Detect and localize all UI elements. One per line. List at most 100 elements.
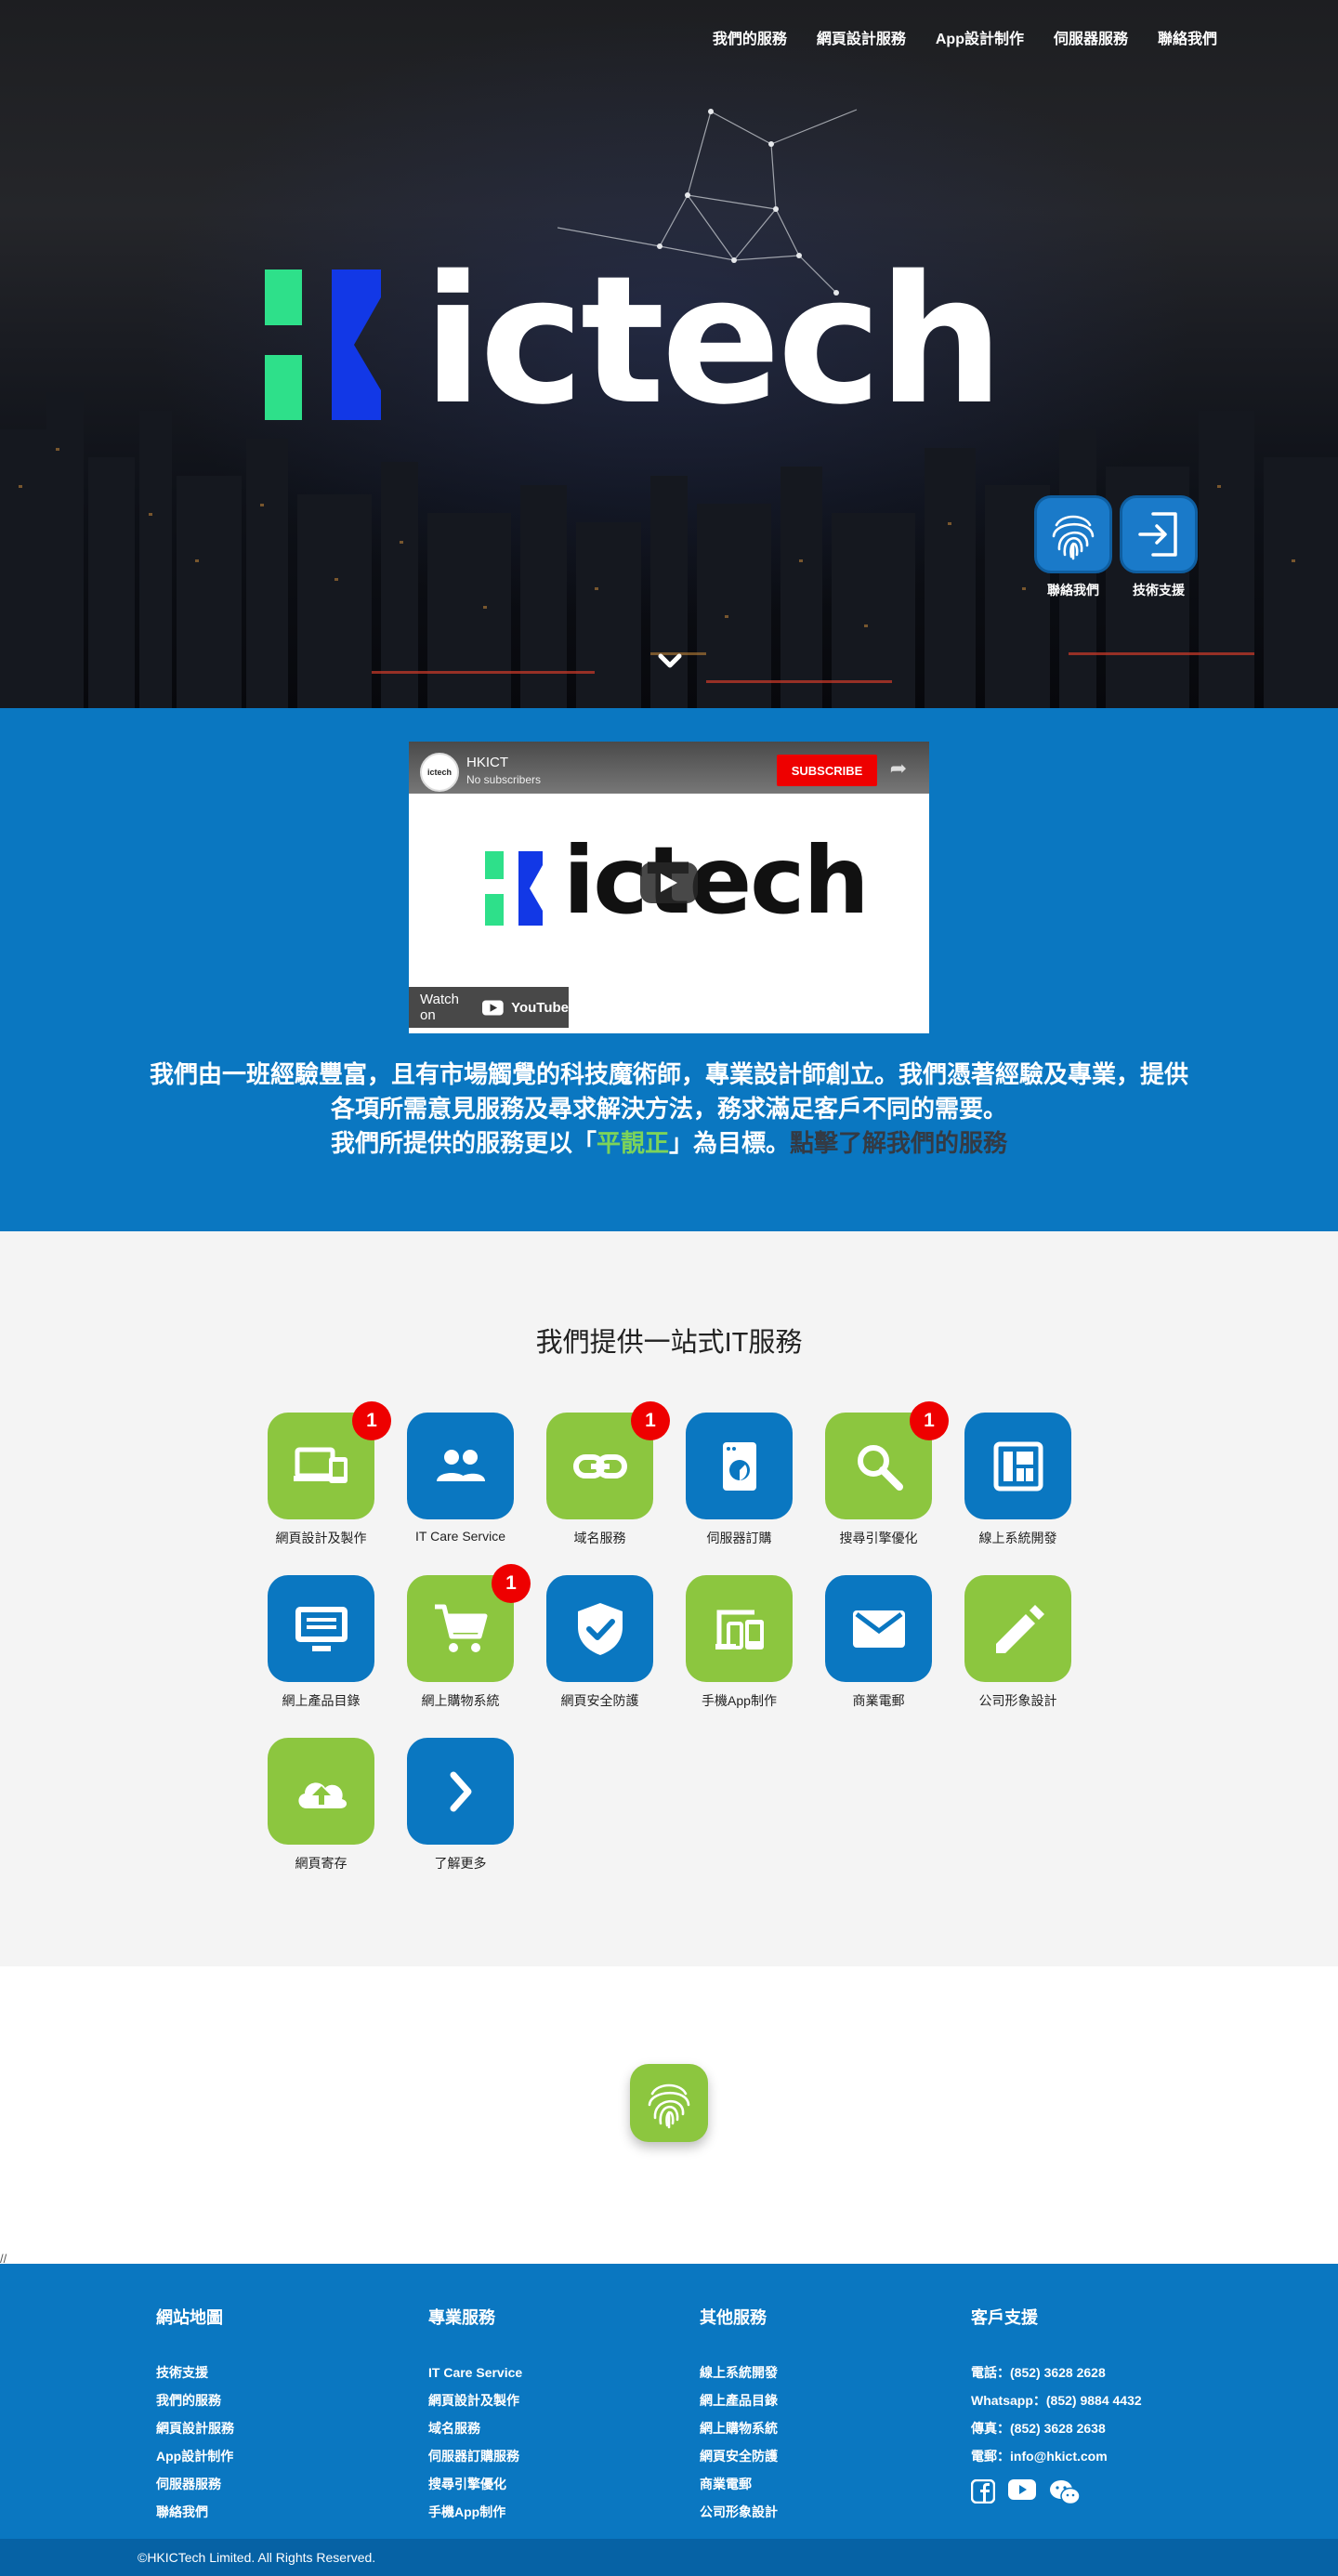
service-tile[interactable] (964, 1575, 1071, 1682)
nav-services[interactable]: 我們的服務 (713, 26, 787, 48)
footer-other-title: 其他服務 (700, 2308, 767, 2327)
tech-support-label: 技術支援 (1133, 583, 1185, 598)
intro-section: ictech HKICT No subscribers SUBSCRIBE ➦ … (0, 708, 1338, 1231)
service-name: 手機App制作 (702, 1693, 777, 1708)
fingerprint-contact-button[interactable] (630, 2064, 708, 2142)
social-links (970, 2478, 1213, 2510)
nav-web-design[interactable]: 網頁設計服務 (817, 26, 906, 48)
watch-on-youtube-button[interactable]: Watch on YouTube (409, 987, 569, 1028)
footer-link[interactable]: 手機App制作 (428, 2498, 670, 2526)
service-name: 網上產品目錄 (282, 1693, 361, 1708)
footer-link[interactable]: 網上購物系統 (700, 2414, 941, 2442)
hero-section: 我們的服務 網頁設計服務 App設計制作 伺服器服務 聯絡我們 ictech 聯… (0, 0, 1338, 708)
tech-support-tile (1120, 495, 1198, 573)
service-tile[interactable] (268, 1738, 374, 1845)
service-name: 搜尋引擎優化 (839, 1531, 918, 1545)
footer-link[interactable]: 我們的服務 (156, 2386, 398, 2414)
mail-icon (852, 1610, 905, 1648)
footer-phone: 電話：(852) 3628 2628 (971, 2365, 1106, 2380)
service-item[interactable]: 1 搜尋引擎優化 (825, 1401, 949, 1547)
service-tile[interactable] (964, 1413, 1071, 1519)
tech-support-button[interactable]: 技術支援 (1120, 495, 1198, 599)
contact-us-button[interactable]: 聯絡我們 (1034, 495, 1112, 599)
youtube-icon[interactable] (1008, 2479, 1036, 2510)
cloud-upload-icon (297, 1781, 347, 1808)
channel-avatar[interactable]: ictech (420, 753, 459, 792)
service-tile[interactable] (546, 1575, 653, 1682)
service-item[interactable]: 網上產品目錄 (268, 1575, 374, 1710)
service-tile[interactable] (407, 1413, 514, 1519)
intro-line-2: 各項所需意見服務及尋求解決方法，務求滿足客戶不同的需要。 (330, 1095, 1007, 1123)
notification-badge: 1 (910, 1401, 949, 1440)
subscribe-button[interactable]: SUBSCRIBE (777, 755, 877, 786)
nav-server[interactable]: 伺服器服務 (1054, 26, 1128, 48)
services-section: 我們提供一站式IT服務 1 網頁設計及製作 IT Care Service 1 域名服務… (0, 1231, 1338, 1966)
watch-on-label: Watch on (420, 992, 459, 1023)
nav-app-design[interactable]: App設計制作 (936, 26, 1024, 48)
footer-link[interactable]: 網頁設計及製作 (428, 2386, 670, 2414)
footer-email[interactable]: 電郵：info@hkict.com (971, 2442, 1213, 2470)
footer-link[interactable]: 網上產品目錄 (700, 2386, 941, 2414)
people-icon (436, 1449, 485, 1481)
facebook-icon[interactable] (970, 2478, 996, 2510)
nav-contact[interactable]: 聯絡我們 (1158, 26, 1217, 48)
service-item[interactable]: IT Care Service (407, 1413, 514, 1547)
service-name: 網頁設計及製作 (275, 1531, 367, 1545)
play-icon (661, 874, 677, 892)
footer-link[interactable]: 聯絡我們 (156, 2498, 398, 2526)
intro-text: 我們由一班經驗豐富，且有市場觸覺的科技魔術師，專業設計師創立。我們憑著經驗及專業… (0, 1058, 1338, 1161)
service-tile[interactable] (268, 1575, 374, 1682)
service-item[interactable]: 線上系統開發 (964, 1413, 1071, 1547)
service-name: 網頁安全防護 (560, 1693, 639, 1708)
service-item[interactable]: 伺服器訂購 (686, 1413, 793, 1547)
shield-check-icon (577, 1602, 623, 1655)
footer-link[interactable]: 搜尋引擎優化 (428, 2470, 670, 2498)
service-item[interactable]: 公司形象設計 (964, 1575, 1071, 1710)
floating-buttons: 聯絡我們 技術支援 (1034, 495, 1198, 599)
video-logo-mark-icon (485, 851, 543, 926)
service-name: 域名服務 (573, 1531, 626, 1545)
service-name: 商業電郵 (852, 1693, 905, 1708)
notification-badge: 1 (352, 1401, 391, 1440)
service-item[interactable]: 1 域名服務 (546, 1401, 670, 1547)
channel-name[interactable]: HKICT (466, 755, 508, 770)
service-name: 線上系統開發 (978, 1531, 1057, 1545)
service-item[interactable]: 1 網上購物系統 (407, 1564, 531, 1710)
wechat-icon[interactable] (1049, 2479, 1081, 2510)
footer-link[interactable]: 域名服務 (428, 2414, 670, 2442)
service-tile[interactable] (686, 1413, 793, 1519)
service-tile[interactable] (825, 1575, 932, 1682)
footer-whatsapp: Whatsapp：(852) 9884 4432 (971, 2393, 1142, 2408)
fingerprint-icon (648, 2083, 690, 2129)
services-link[interactable]: 點擊了解我們的服務 (790, 1129, 1007, 1157)
footer-link[interactable]: 網頁安全防護 (700, 2442, 941, 2470)
footer-link[interactable]: 公司形象設計 (700, 2498, 941, 2526)
footer-pro-title: 專業服務 (428, 2308, 495, 2327)
scroll-down-chevron-icon[interactable] (655, 647, 685, 677)
share-icon[interactable]: ➦ (890, 756, 907, 781)
footer-link[interactable]: App設計制作 (156, 2442, 398, 2470)
footer-link[interactable]: 商業電郵 (700, 2470, 941, 2498)
intro-line-3-pre: 我們所提供的服務更以「 (330, 1129, 597, 1157)
channel-subscribers: No subscribers (466, 773, 542, 786)
chevron-right-icon (450, 1771, 471, 1811)
server-icon (722, 1441, 756, 1491)
pencil-icon (995, 1604, 1044, 1653)
service-item[interactable]: 商業電郵 (825, 1575, 932, 1710)
footer-link[interactable]: IT Care Service (428, 2359, 670, 2386)
footer-link[interactable]: 伺服器服務 (156, 2470, 398, 2498)
youtube-video-embed[interactable]: ictech HKICT No subscribers SUBSCRIBE ➦ … (409, 742, 929, 1033)
footer-link[interactable]: 伺服器訂購服務 (428, 2442, 670, 2470)
copyright-bar: ©HKICTech Limited. All Rights Reserved. (0, 2539, 1338, 2576)
footer-link[interactable]: 技術支援 (156, 2359, 398, 2386)
service-item[interactable]: 網頁寄存 (268, 1738, 374, 1873)
play-button[interactable] (640, 862, 698, 903)
service-item[interactable]: 網頁安全防護 (546, 1575, 653, 1710)
service-tile[interactable] (407, 1738, 514, 1845)
service-tile[interactable] (686, 1575, 793, 1682)
service-item[interactable]: 了解更多 (407, 1738, 514, 1873)
service-item[interactable]: 1 網頁設計及製作 (268, 1401, 391, 1547)
footer-link[interactable]: 網頁設計服務 (156, 2414, 398, 2442)
service-item[interactable]: 手機App制作 (686, 1575, 793, 1710)
footer-link[interactable]: 線上系統開發 (700, 2359, 941, 2386)
